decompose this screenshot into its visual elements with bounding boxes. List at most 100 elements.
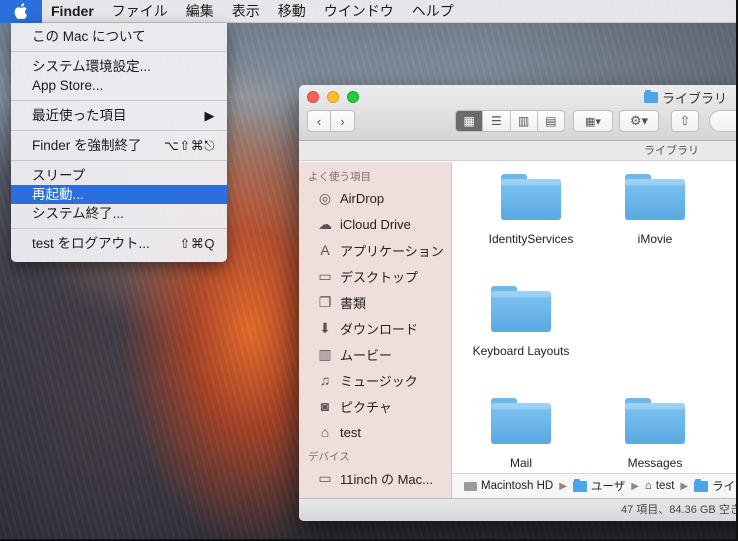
folder-title: ライブラリ xyxy=(644,145,699,157)
menu-item-recent-items[interactable]: 最近使った項目 ▶ xyxy=(11,106,227,125)
menu-item-shortcut: ⇧⌘Q xyxy=(179,236,215,251)
finder-sidebar: よく使う項目 ◎ AirDrop ☁ iCloud Drive A アプリケーシ… xyxy=(299,162,452,498)
apple-menu-dropdown: この Mac について システム環境設定... App Store... 最近使… xyxy=(11,23,227,262)
menu-finder[interactable]: Finder xyxy=(42,0,103,23)
folder-item[interactable]: Mail xyxy=(452,398,596,470)
document-icon: ❐ xyxy=(318,293,332,310)
share-button[interactable]: ⇧ xyxy=(671,110,699,132)
sidebar-item-label: ピクチャ xyxy=(340,399,392,415)
menu-edit[interactable]: 編集 xyxy=(177,0,223,23)
sidebar-item-label: 書類 xyxy=(340,295,367,311)
coverflow-view-button[interactable]: ▤ xyxy=(538,111,564,131)
download-icon: ⬇ xyxy=(319,319,331,336)
folder-item[interactable]: Keyboard Layouts xyxy=(452,286,596,358)
menu-view[interactable]: 表示 xyxy=(223,0,269,23)
path-bar: Macintosh HD ▶ ユーザ ▶ ⌂ test ▶ ライブ xyxy=(452,473,738,498)
menu-file[interactable]: ファイル xyxy=(103,0,177,23)
sidebar-item-desktop[interactable]: ▭ デスクトップ xyxy=(299,263,451,289)
folder-icon xyxy=(625,398,685,444)
list-view-button[interactable]: ☰ xyxy=(483,111,511,131)
chevron-right-icon: › xyxy=(340,113,345,129)
folder-icon xyxy=(491,286,551,332)
menu-item-restart[interactable]: 再起動... xyxy=(11,185,227,204)
chevron-right-icon: ▶ xyxy=(631,480,639,492)
sidebar-item-music[interactable]: ♫ ミュージック xyxy=(299,367,451,393)
forward-button[interactable]: › xyxy=(331,110,355,132)
back-button[interactable]: ‹ xyxy=(307,110,331,132)
sidebar-item-label: デスクトップ xyxy=(340,269,419,285)
menu-item-label: App Store... xyxy=(32,78,104,93)
icon-view-button[interactable]: ▦ xyxy=(456,111,484,131)
menu-item-about-this-mac[interactable]: この Mac について xyxy=(11,27,227,46)
sidebar-item-movies[interactable]: ▥ ムービー xyxy=(299,341,451,367)
arrange-icon: ▦▾ xyxy=(585,115,601,128)
sidebar-header-devices: デバイス xyxy=(308,451,350,463)
sidebar-item-documents[interactable]: ❐ 書類 xyxy=(299,289,451,315)
path-segment[interactable]: ユーザ xyxy=(572,478,626,494)
sidebar-item-applications[interactable]: A アプリケーション xyxy=(299,237,451,263)
submenu-arrow-icon: ▶ xyxy=(204,108,215,123)
menu-separator xyxy=(11,51,227,52)
menu-item-label: 再起動... xyxy=(32,187,84,202)
menu-item-label: 最近使った項目 xyxy=(32,108,127,123)
sidebar-item-pictures[interactable]: ◙ ピクチャ xyxy=(299,393,451,419)
camera-icon: ◙ xyxy=(320,398,330,414)
sidebar-item-airdrop[interactable]: ◎ AirDrop xyxy=(299,185,451,211)
menu-item-force-quit[interactable]: Finder を強制終了 ⌥⇧⌘⎋ xyxy=(11,136,227,155)
library-folder-icon xyxy=(644,90,658,103)
menu-help[interactable]: ヘルプ xyxy=(403,0,463,23)
path-segment-label: ユーザ xyxy=(590,481,626,493)
folder-title-bar: ライブラリ xyxy=(299,141,738,161)
menu-bar: Finder ファイル 編集 表示 移動 ウインドウ ヘルプ xyxy=(0,0,738,23)
menu-item-sleep[interactable]: スリープ xyxy=(11,166,227,185)
apple-menu-button[interactable] xyxy=(0,0,42,23)
folder-icon xyxy=(625,174,685,220)
menu-item-system-preferences[interactable]: システム環境設定... xyxy=(11,57,227,76)
menu-item-app-store[interactable]: App Store... xyxy=(11,76,227,95)
close-window-button[interactable] xyxy=(307,91,319,103)
finder-window: ライブラリ ‹ › ▦ ☰ ▥ ▤ ▦▾ ⚙▾ ⇧ ライブラリ よく使う項目 ◎ xyxy=(299,85,738,521)
sidebar-item-label: iCloud Drive xyxy=(340,216,411,232)
sidebar-item-label: アプリケーション xyxy=(340,243,444,259)
apple-logo-icon xyxy=(14,3,27,19)
film-icon: ▥ xyxy=(318,345,332,362)
folder-icon xyxy=(491,398,551,444)
arrange-button[interactable]: ▦▾ xyxy=(573,110,613,132)
menu-separator xyxy=(11,100,227,101)
laptop-icon: ▭ xyxy=(318,469,332,486)
menu-item-shut-down[interactable]: システム終了... xyxy=(11,204,227,223)
tag-button[interactable] xyxy=(709,110,738,132)
cloud-icon: ☁ xyxy=(318,215,332,232)
desktop-icon: ▭ xyxy=(318,267,332,284)
columns-icon: ▥ xyxy=(517,114,530,128)
menu-item-log-out[interactable]: test をログアウト... ⇧⌘Q xyxy=(11,234,227,253)
menu-item-label: この Mac について xyxy=(32,29,146,44)
menu-item-label: システム終了... xyxy=(32,206,124,221)
sidebar-item-icloud[interactable]: ☁ iCloud Drive xyxy=(299,211,451,237)
action-button[interactable]: ⚙▾ xyxy=(619,110,659,132)
window-title: ライブラリ xyxy=(644,88,727,107)
folder-item[interactable]: iMovie xyxy=(580,174,730,246)
airdrop-icon: ◎ xyxy=(318,189,332,206)
sidebar-item-label: ミュージック xyxy=(340,373,418,389)
menu-go[interactable]: 移動 xyxy=(269,0,315,23)
menu-window[interactable]: ウインドウ xyxy=(315,0,403,23)
sidebar-item-label: AirDrop xyxy=(340,190,385,206)
minimize-window-button[interactable] xyxy=(327,91,339,103)
finder-content: IdentityServices iMovie Keyboard Layouts… xyxy=(452,162,738,473)
sidebar-item-device[interactable]: ▭ 11inch の Mac... xyxy=(299,465,451,491)
column-view-button[interactable]: ▥ xyxy=(511,111,538,131)
zoom-window-button[interactable] xyxy=(347,91,359,103)
home-icon: ⌂ xyxy=(320,424,330,440)
path-segment[interactable]: ライブ xyxy=(694,478,738,494)
folder-item[interactable]: Messages xyxy=(580,398,730,470)
sidebar-item-downloads[interactable]: ⬇ ダウンロード xyxy=(299,315,451,341)
sidebar-item-home[interactable]: ⌂ test xyxy=(299,419,451,445)
menu-separator xyxy=(11,228,227,229)
path-segment[interactable]: Macintosh HD xyxy=(464,480,553,492)
window-title-text: ライブラリ xyxy=(662,91,728,106)
status-text: 47 項目、84.36 GB 空き xyxy=(621,504,738,516)
chevron-right-icon: ▶ xyxy=(559,480,567,492)
chevron-left-icon: ‹ xyxy=(316,113,322,129)
path-segment[interactable]: ⌂ test xyxy=(645,480,675,492)
